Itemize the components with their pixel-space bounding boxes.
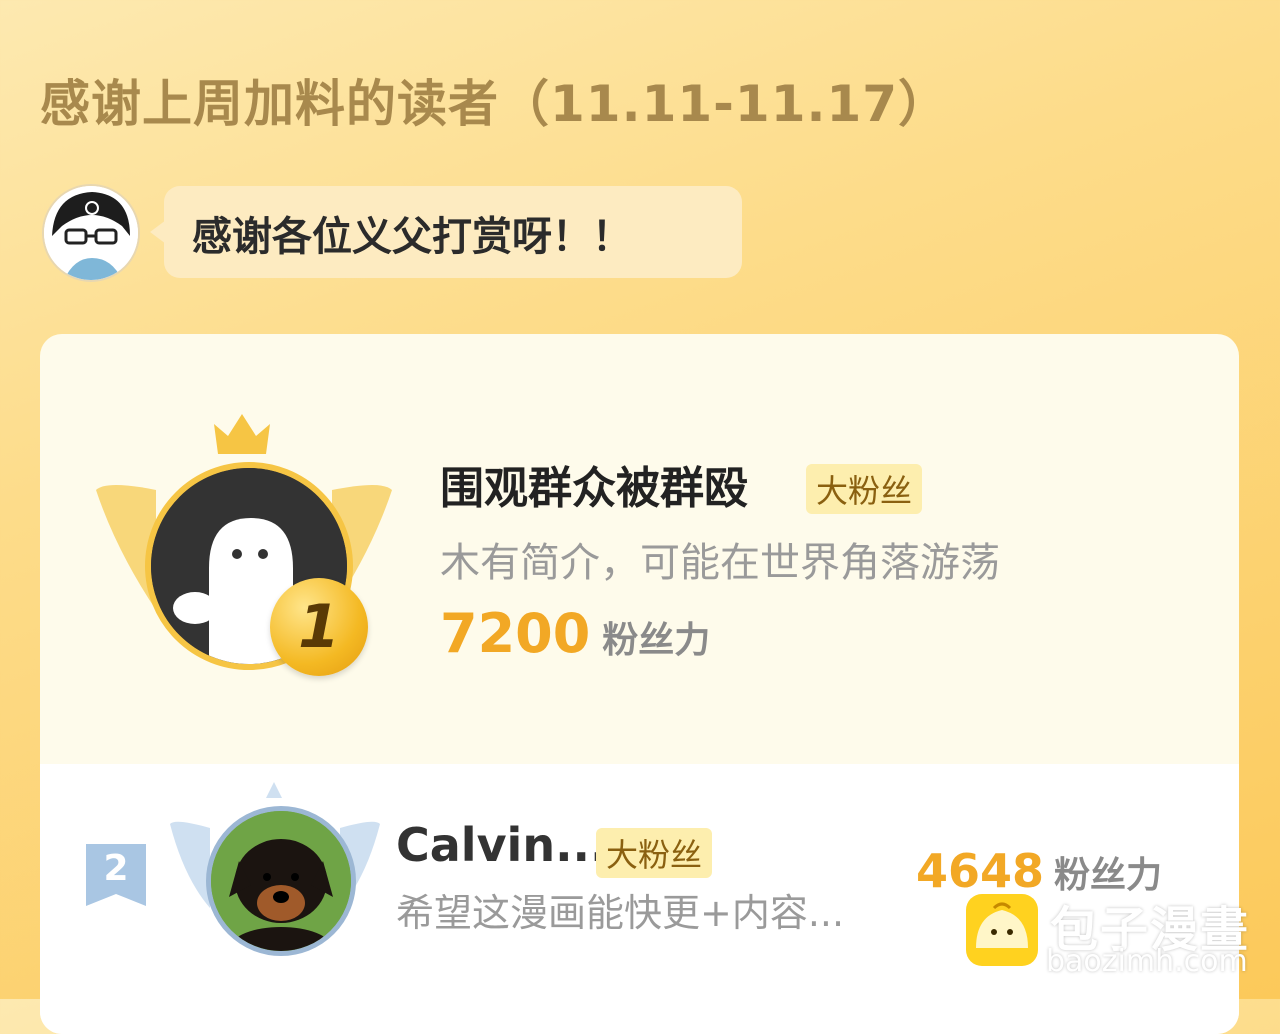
rank-2-ribbon: 2 bbox=[86, 844, 146, 906]
author-speech-bubble: 感谢各位义父打赏呀！！ bbox=[150, 186, 742, 278]
rank-1-fans: 7200 粉丝力 bbox=[440, 602, 710, 665]
rank-1-name[interactable]: 围观群众被群殴 bbox=[440, 452, 748, 516]
rank-1-medal: 1 bbox=[270, 578, 368, 676]
rank-2-fans-value: 4648 bbox=[916, 844, 1045, 898]
rank-2-badge: 大粉丝 bbox=[596, 828, 713, 878]
puppy-avatar-icon bbox=[211, 811, 351, 951]
rank-1-fans-value: 7200 bbox=[440, 602, 591, 665]
rank-2-avatar[interactable] bbox=[206, 806, 356, 956]
author-avatar[interactable] bbox=[42, 184, 140, 282]
crown-icon bbox=[214, 414, 270, 454]
watermark-url: baozimh.com bbox=[1046, 944, 1248, 979]
rank-2-number: 2 bbox=[103, 848, 129, 889]
rank-1-bio: 木有简介，可能在世界角落游荡 bbox=[440, 540, 1000, 586]
rank-2-bio: 希望这漫画能快更+内容... bbox=[396, 891, 845, 935]
baozi-logo-icon bbox=[966, 894, 1038, 966]
rank-2-name[interactable]: Calvin... bbox=[396, 818, 608, 872]
page-title: 感谢上周加料的读者（11.11-11.17） bbox=[40, 75, 950, 133]
rank-1-badge: 大粉丝 bbox=[806, 464, 923, 514]
author-message: 感谢各位义父打赏呀！！ bbox=[192, 214, 632, 260]
author-avatar-icon bbox=[44, 186, 138, 280]
rank-1-fans-unit: 粉丝力 bbox=[602, 620, 711, 661]
